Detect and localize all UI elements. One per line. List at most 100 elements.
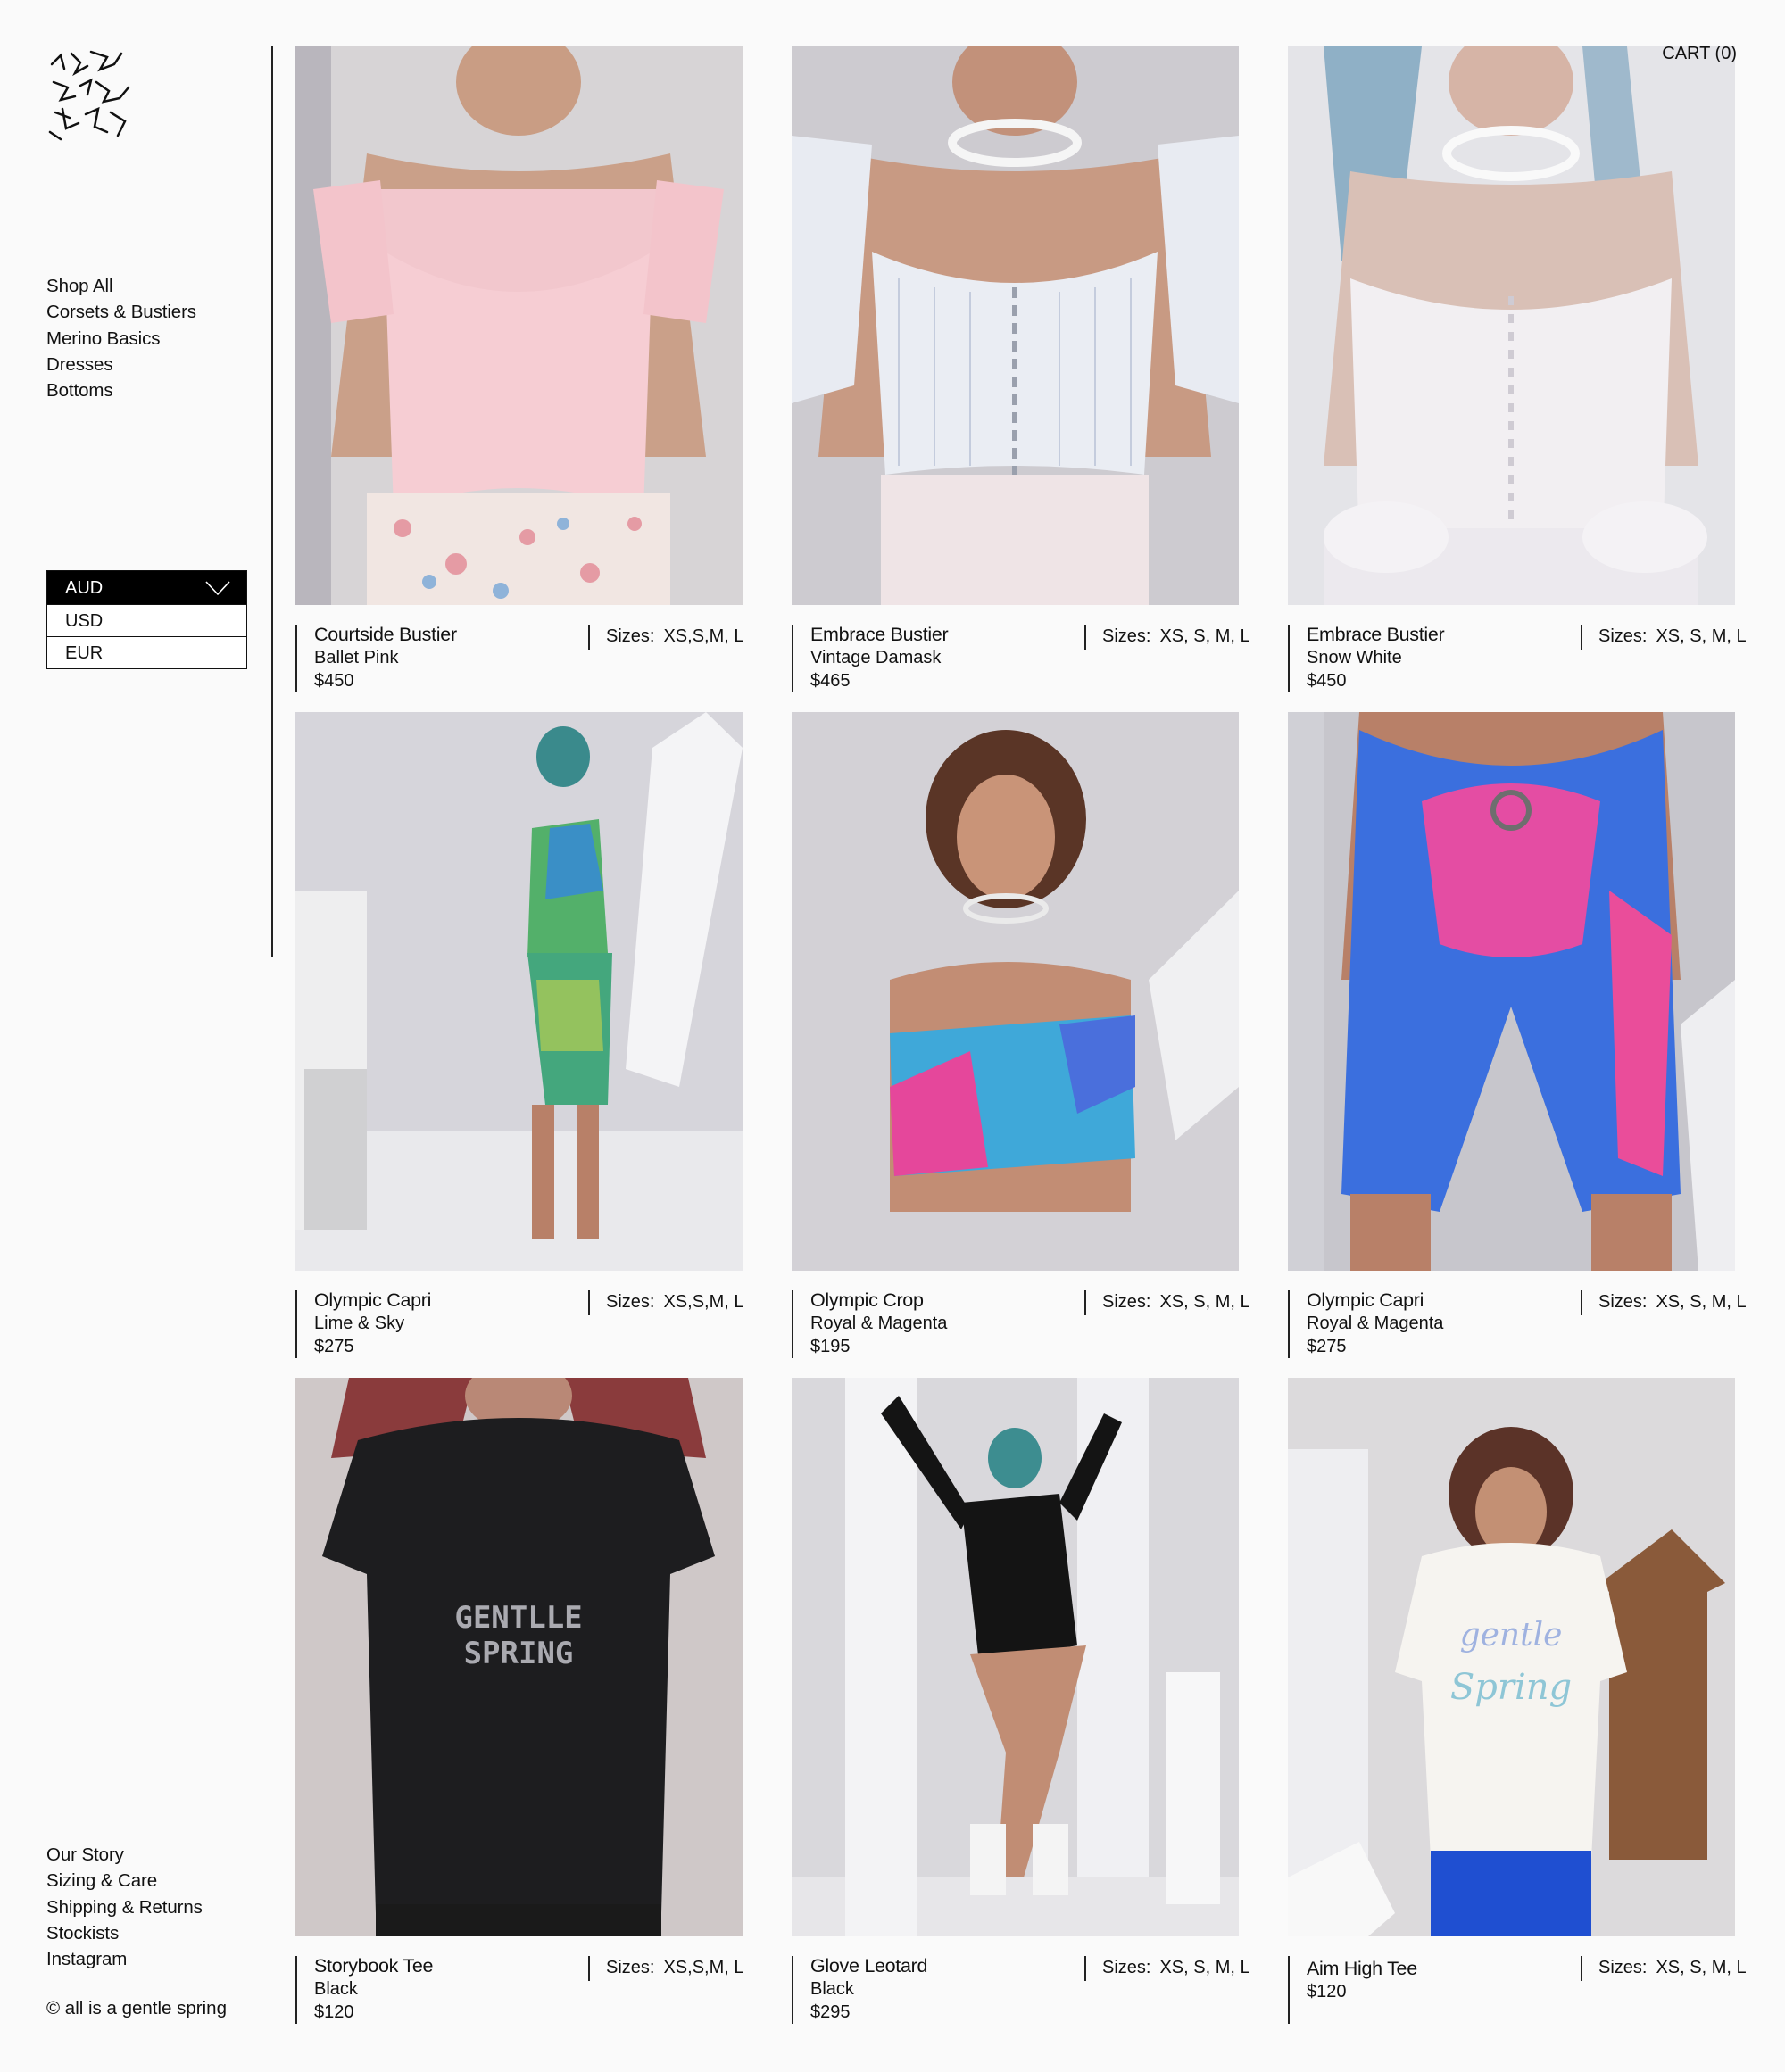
product-image[interactable]: gentle Spring: [1288, 1378, 1735, 1936]
cart-link[interactable]: CART (0): [1662, 44, 1737, 64]
product-image[interactable]: [295, 46, 743, 605]
product-card[interactable]: Olympic Capri Lime & Sky $275 Sizes: XS,S…: [295, 712, 744, 1376]
product-color: Royal & Magenta: [1307, 1314, 1444, 1333]
product-sizes: Sizes: XS,S,M, L: [606, 626, 744, 646]
brand-logo[interactable]: [45, 46, 134, 145]
product-sizes: Sizes: XS,S,M, L: [606, 1958, 744, 1977]
nav-bottoms[interactable]: Bottoms: [46, 377, 196, 403]
currency-selected[interactable]: AUD: [46, 570, 247, 605]
size-list: XS,S,M, L: [663, 626, 744, 646]
info-divider: [1288, 1290, 1290, 1358]
product-card[interactable]: Embrace Bustier Vintage Damask $465 Size…: [792, 46, 1250, 710]
product-card[interactable]: gentle Spring Aim High Tee $120 Sizes: XS…: [1288, 1378, 1747, 2042]
footer-instagram[interactable]: Instagram: [46, 1946, 203, 1972]
product-card[interactable]: Glove Leotard Black $295 Sizes: XS, S, M,…: [792, 1378, 1250, 2042]
size-list: XS,S,M, L: [663, 1292, 744, 1312]
product-sizes: Sizes: XS, S, M, L: [1102, 1292, 1250, 1312]
product-sizes: Sizes: XS, S, M, L: [1598, 1292, 1747, 1312]
product-name[interactable]: Glove Leotard: [810, 1954, 927, 1977]
info-divider: [792, 625, 793, 692]
size-list: XS,S,M, L: [663, 1958, 744, 1977]
svg-text:Spring: Spring: [1450, 1667, 1572, 1708]
product-image[interactable]: [295, 712, 743, 1271]
product-image[interactable]: [792, 1378, 1239, 1936]
product-card[interactable]: GENTLLE SPRING Storybook Tee Black $120 …: [295, 1378, 744, 2042]
info-divider: [295, 1956, 297, 2024]
product-name[interactable]: Courtside Bustier: [314, 623, 457, 646]
product-info: Courtside Bustier Ballet Pink $450 Sizes…: [295, 605, 744, 710]
info-divider: [792, 1290, 793, 1358]
product-color: Snow White: [1307, 648, 1402, 667]
svg-text:GENTLLE: GENTLLE: [454, 1600, 582, 1636]
size-list: XS, S, M, L: [1656, 1292, 1747, 1312]
currency-selector[interactable]: AUD USD EUR: [46, 570, 247, 669]
svg-text:gentle: gentle: [1460, 1617, 1563, 1653]
product-name[interactable]: Storybook Tee: [314, 1954, 433, 1977]
footer-shipping-returns[interactable]: Shipping & Returns: [46, 1894, 203, 1920]
product-sizes: Sizes: XS, S, M, L: [1102, 626, 1250, 646]
svg-text:SPRING: SPRING: [464, 1636, 574, 1671]
size-list: XS, S, M, L: [1656, 1958, 1747, 1977]
currency-option-eur[interactable]: EUR: [46, 637, 247, 669]
product-price: $450: [314, 671, 354, 691]
product-color: Black: [810, 1979, 854, 1999]
info-divider: [295, 625, 297, 692]
product-color: Ballet Pink: [314, 648, 399, 667]
product-price: $195: [810, 1337, 851, 1356]
product-color: Vintage Damask: [810, 648, 942, 667]
currency-selected-label: AUD: [65, 578, 104, 598]
product-info: Embrace Bustier Vintage Damask $465 Size…: [792, 605, 1250, 710]
product-image[interactable]: [792, 46, 1239, 605]
product-name[interactable]: Embrace Bustier: [1307, 623, 1445, 646]
product-card[interactable]: Courtside Bustier Ballet Pink $450 Sizes…: [295, 46, 744, 710]
product-price: $275: [1307, 1337, 1347, 1356]
footer-stockists[interactable]: Stockists: [46, 1920, 203, 1946]
info-divider: [1288, 1956, 1290, 2024]
product-price: $295: [810, 2002, 851, 2022]
size-list: XS, S, M, L: [1159, 1292, 1250, 1312]
product-image[interactable]: GENTLLE SPRING: [295, 1378, 743, 1936]
product-name[interactable]: Olympic Capri: [314, 1289, 431, 1312]
product-card[interactable]: Olympic Capri Royal & Magenta $275 Sizes…: [1288, 712, 1747, 1376]
product-color: Lime & Sky: [314, 1314, 405, 1333]
size-list: XS, S, M, L: [1159, 626, 1250, 646]
info-divider: [295, 1290, 297, 1358]
product-info: Olympic Capri Royal & Magenta $275 Sizes…: [1288, 1271, 1747, 1376]
product-image[interactable]: [1288, 712, 1735, 1271]
copyright: © all is a gentle spring: [46, 1998, 227, 2018]
product-info: Glove Leotard Black $295 Sizes: XS, S, M,…: [792, 1936, 1250, 2042]
product-color: Black: [314, 1979, 358, 1999]
product-name[interactable]: Embrace Bustier: [810, 623, 949, 646]
product-info: Storybook Tee Black $120 Sizes: XS,S,M, L: [295, 1936, 744, 2042]
sidebar-divider: [271, 46, 273, 957]
product-color: Royal & Magenta: [810, 1314, 948, 1333]
nav-corsets-bustiers[interactable]: Corsets & Bustiers: [46, 299, 196, 325]
product-name[interactable]: Olympic Crop: [810, 1289, 947, 1312]
product-sizes: Sizes: XS, S, M, L: [1598, 1958, 1747, 1977]
product-info: Olympic Capri Lime & Sky $275 Sizes: XS,S…: [295, 1271, 744, 1376]
product-sizes: Sizes: XS, S, M, L: [1102, 1958, 1250, 1977]
category-nav: Shop All Corsets & Bustiers Merino Basic…: [46, 273, 196, 403]
size-list: XS, S, M, L: [1159, 1958, 1250, 1977]
product-price: $275: [314, 1337, 354, 1356]
product-image[interactable]: [1288, 46, 1735, 605]
product-price: $120: [1307, 1982, 1347, 2002]
product-name[interactable]: Aim High Tee: [1307, 1957, 1417, 1980]
product-price: $465: [810, 671, 851, 691]
product-sizes: Sizes: XS, S, M, L: [1598, 626, 1747, 646]
nav-merino-basics[interactable]: Merino Basics: [46, 326, 196, 352]
product-card[interactable]: Olympic Crop Royal & Magenta $195 Sizes:…: [792, 712, 1250, 1376]
chevron-down-icon: [205, 581, 230, 596]
product-image[interactable]: [792, 712, 1239, 1271]
info-divider: [1288, 625, 1290, 692]
product-sizes: Sizes: XS,S,M, L: [606, 1292, 744, 1312]
currency-option-usd[interactable]: USD: [46, 605, 247, 637]
size-list: XS, S, M, L: [1656, 626, 1747, 646]
footer-sizing-care[interactable]: Sizing & Care: [46, 1868, 203, 1894]
nav-shop-all[interactable]: Shop All: [46, 273, 196, 299]
footer-nav: Our Story Sizing & Care Shipping & Retur…: [46, 1842, 203, 1972]
footer-our-story[interactable]: Our Story: [46, 1842, 203, 1868]
product-name[interactable]: Olympic Capri: [1307, 1289, 1443, 1312]
nav-dresses[interactable]: Dresses: [46, 352, 196, 377]
product-card[interactable]: Embrace Bustier Snow White $450 Sizes: XS…: [1288, 46, 1747, 710]
